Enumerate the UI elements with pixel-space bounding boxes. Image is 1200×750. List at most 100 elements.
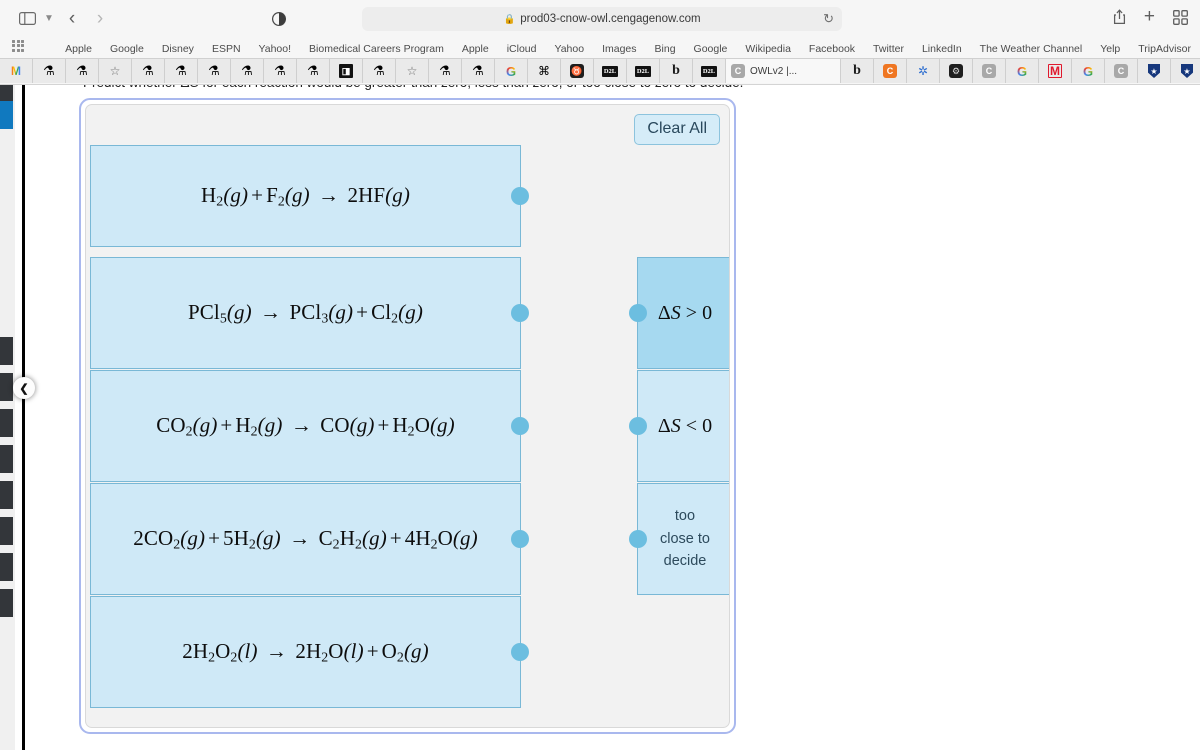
sidebar-block[interactable] xyxy=(0,589,13,617)
browser-tab[interactable]: D2L xyxy=(627,59,660,83)
bookmarks-bar: Apple Google Disney ESPN Yahoo! Biomedical Ca… xyxy=(0,37,1200,58)
tab-title: OWLv2 |... xyxy=(750,65,798,77)
sidebar-block-selected[interactable] xyxy=(0,101,13,129)
browser-tab[interactable]: G xyxy=(1072,59,1105,83)
back-button[interactable]: ‹ xyxy=(58,8,86,30)
bookmark-item[interactable]: Wikipedia xyxy=(736,43,800,55)
address-bar[interactable]: 🔒 prod03-cnow-owl.cengagenow.com ↻ xyxy=(362,7,842,31)
bookmark-item[interactable]: Apple xyxy=(56,43,101,55)
connector-knob[interactable] xyxy=(629,417,647,435)
sidebar-block[interactable] xyxy=(0,481,13,509)
sidebar-collapse-button[interactable]: ❮ xyxy=(13,377,35,399)
answer-label: too close to decide xyxy=(660,508,710,570)
browser-tab[interactable]: ⚗ xyxy=(429,59,462,83)
reaction-tile[interactable]: PCl5(g) → PCl3(g) + Cl2(g) xyxy=(90,257,529,369)
connector-knob[interactable] xyxy=(629,304,647,322)
browser-tab[interactable]: b xyxy=(660,59,693,83)
url-text: prod03-cnow-owl.cengagenow.com xyxy=(520,13,701,25)
bookmark-item[interactable]: Twitter xyxy=(864,43,913,55)
sidebar-block[interactable] xyxy=(0,517,13,545)
new-tab-button[interactable]: + xyxy=(1144,6,1155,28)
bookmark-item[interactable]: TripAdvisor xyxy=(1129,43,1200,55)
reload-icon[interactable]: ↻ xyxy=(823,11,834,27)
bookmark-item[interactable]: iCloud xyxy=(498,43,546,55)
bookmark-item[interactable]: Google xyxy=(685,43,737,55)
bookmark-item[interactable]: Yahoo! xyxy=(250,43,301,55)
connector-knob[interactable] xyxy=(511,187,529,205)
bookmark-item[interactable]: LinkedIn xyxy=(913,43,971,55)
browser-tab[interactable]: ⚗ xyxy=(165,59,198,83)
browser-tab[interactable]: M xyxy=(1039,59,1072,83)
browser-tab[interactable]: D2L xyxy=(594,59,627,83)
chevron-down-icon[interactable]: ▼ xyxy=(40,8,58,30)
sidebar-block[interactable] xyxy=(0,409,13,437)
browser-tab[interactable]: ⚗ xyxy=(132,59,165,83)
dhl-icon: D2L xyxy=(602,65,618,77)
browser-tab[interactable]: C xyxy=(874,59,907,83)
browser-tab[interactable]: ★ xyxy=(1171,59,1200,83)
connector-knob[interactable] xyxy=(511,530,529,548)
browser-tab[interactable]: ✲ xyxy=(907,59,940,83)
connector-knob[interactable] xyxy=(629,530,647,548)
browser-tab[interactable]: D2L xyxy=(693,59,726,83)
sidebar-block[interactable] xyxy=(0,373,13,401)
reaction-tile[interactable]: 2H2O2(l) → 2H2O(l) + O2(g) xyxy=(90,596,529,708)
browser-tab[interactable]: ⚗ xyxy=(462,59,495,83)
reaction-equation: PCl5(g) → PCl3(g) + Cl2(g) xyxy=(188,299,423,326)
browser-tab[interactable]: ⚗ xyxy=(198,59,231,83)
browser-tab[interactable]: ◨ xyxy=(330,59,363,83)
connector-knob[interactable] xyxy=(511,643,529,661)
browser-tab[interactable]: ♉ xyxy=(561,59,594,83)
shield-icon: ★ xyxy=(1181,64,1193,78)
browser-tab[interactable]: G xyxy=(1006,59,1039,83)
browser-tab[interactable]: C xyxy=(1105,59,1138,83)
tab-overview-icon[interactable] xyxy=(1173,9,1188,25)
bookmark-item[interactable]: Bing xyxy=(646,43,685,55)
bookmark-item[interactable]: Biomedical Careers Program xyxy=(300,43,453,55)
browser-tab[interactable]: ☆ xyxy=(396,59,429,83)
browser-tab[interactable]: b xyxy=(841,59,874,83)
bookmark-item[interactable]: Apple xyxy=(453,43,498,55)
reaction-tile[interactable]: 2CO2(g) +5H2(g) → C2H2(g) +4H2O(g) xyxy=(90,483,529,595)
bookmark-item[interactable]: The Weather Channel xyxy=(971,43,1092,55)
bookmark-item[interactable]: ESPN xyxy=(203,43,250,55)
bookmark-item[interactable]: Yahoo xyxy=(545,43,593,55)
sidebar-block[interactable] xyxy=(0,553,13,581)
browser-tab[interactable]: G xyxy=(495,59,528,83)
reaction-tile[interactable]: H2(g) + F2(g) → 2HF(g) xyxy=(90,145,529,247)
browser-tab[interactable]: ☆ xyxy=(99,59,132,83)
connector-knob[interactable] xyxy=(511,417,529,435)
answer-tile[interactable]: ΔS < 0 xyxy=(629,370,729,482)
sidebar-block[interactable] xyxy=(0,337,13,365)
browser-tab[interactable]: ⚗ xyxy=(297,59,330,83)
sidebar-block[interactable] xyxy=(0,445,13,473)
bookmark-item[interactable]: Facebook xyxy=(800,43,864,55)
bookmark-item[interactable]: Images xyxy=(593,43,645,55)
browser-tab[interactable]: ⚗ xyxy=(264,59,297,83)
browser-tab[interactable]: ⌘ xyxy=(528,59,561,83)
bookmark-item[interactable]: Yelp xyxy=(1091,43,1129,55)
sidebar-toggle-icon[interactable] xyxy=(14,8,40,30)
university-icon: ♉ xyxy=(570,64,584,78)
browser-tab[interactable]: ⚗ xyxy=(66,59,99,83)
browser-tab-active[interactable]: C OWLv2 |... xyxy=(726,59,841,83)
privacy-shield-icon[interactable] xyxy=(264,8,294,30)
browser-tab[interactable]: C xyxy=(973,59,1006,83)
bookmark-item[interactable]: Google xyxy=(101,43,153,55)
flask-icon: ⚗ xyxy=(76,63,88,78)
bookmark-item[interactable]: Disney xyxy=(153,43,203,55)
browser-tab[interactable]: M xyxy=(0,59,33,83)
answer-tile[interactable]: ΔS > 0 xyxy=(629,257,729,369)
answer-tile[interactable]: too close to decide xyxy=(629,483,729,595)
bookmarks-grid-icon[interactable] xyxy=(12,39,26,56)
browser-tab[interactable]: ⚗ xyxy=(363,59,396,83)
reaction-tile[interactable]: CO2(g) + H2(g) → CO(g) + H2O(g) xyxy=(90,370,529,482)
browser-tab[interactable]: ⚗ xyxy=(33,59,66,83)
browser-tab[interactable]: ⚙ xyxy=(940,59,973,83)
browser-tab[interactable]: ★ xyxy=(1138,59,1171,83)
browser-tab[interactable]: ⚗ xyxy=(231,59,264,83)
connector-knob[interactable] xyxy=(511,304,529,322)
forward-button[interactable]: › xyxy=(86,8,114,30)
share-icon[interactable] xyxy=(1113,9,1126,25)
clear-all-button[interactable]: Clear All xyxy=(634,114,720,145)
